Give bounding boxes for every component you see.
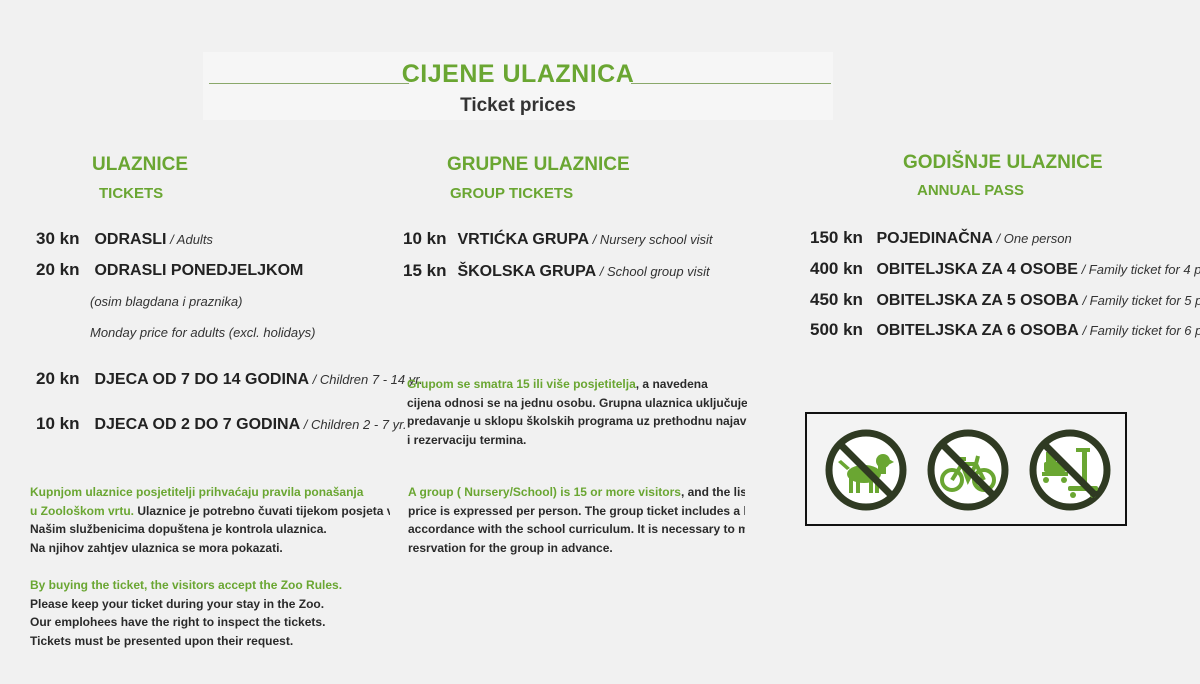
tickets-subheading: TICKETS xyxy=(99,185,164,202)
group-price: 10 kn xyxy=(403,229,447,248)
paragraph-line: Na njihov zahtjev ulaznica se mora pokaz… xyxy=(30,540,283,555)
ticket-row-children-2-7: 10 kn DJECA OD 2 DO 7 GODINA / Children … xyxy=(36,414,407,434)
group-row-school: 15 kn ŠKOLSKA GRUPA / School group visit xyxy=(403,261,710,281)
ticket-row-children-7-14: 20 kn DJECA OD 7 DO 14 GODINA / Children… xyxy=(36,369,423,389)
paragraph-line: Grupom se smatra 15 ili više posjetitelj… xyxy=(407,377,708,391)
annual-label: OBITELJSKA ZA 5 OSOBA xyxy=(876,292,1079,309)
paragraph-line: resrvation for the group in advance. xyxy=(408,540,613,555)
annual-label: OBITELJSKA ZA 4 OSOBE xyxy=(876,261,1078,278)
title-banner: CIJENE ULAZNICA Ticket prices xyxy=(203,52,833,120)
no-skates-icon xyxy=(1029,429,1111,511)
group-info-hr-paragraph: Grupom se smatra 15 ili više posjetitelj… xyxy=(407,375,747,449)
annual-price: 500 kn xyxy=(810,320,863,339)
annual-row-single: 150 kn POJEDINAČNA / One person xyxy=(810,228,1072,248)
page-title: CIJENE ULAZNICA xyxy=(401,60,635,88)
paragraph-line: accordance with the school curriculum. I… xyxy=(408,522,745,536)
ticket-price: 10 kn xyxy=(36,414,80,433)
paragraph-line: A group ( Nursery/School) is 15 or more … xyxy=(408,485,745,499)
annual-heading: GODIŠNJE ULAZNICE xyxy=(903,152,1103,173)
annual-label: POJEDINAČNA xyxy=(876,230,993,247)
group-subheading: GROUP TICKETS xyxy=(450,185,574,202)
paragraph-line: Našim službenicima dopuštena je kontrola… xyxy=(30,522,327,536)
paragraph-line: i rezervaciju termina. xyxy=(407,432,527,447)
rules-hr-paragraph: Kupnjom ulaznice posjetitelji prihvaćaju… xyxy=(30,483,390,557)
ticket-label: ODRASLI PONEDJELJKOM xyxy=(94,262,304,279)
group-heading: GRUPNE ULAZNICE xyxy=(447,154,630,175)
rules-en-paragraph: By buying the ticket, the visitors accep… xyxy=(30,576,390,650)
annual-english: / Family ticket for 5 people xyxy=(1082,293,1200,308)
ticket-price: 30 kn xyxy=(36,229,80,248)
ticket-label: DJECA OD 7 DO 14 GODINA xyxy=(94,371,310,388)
paragraph-line: Please keep your ticket during your stay… xyxy=(30,596,325,611)
ticket-note-en: Monday price for adults (excl. holidays) xyxy=(90,325,316,340)
annual-row-family-6: 500 kn OBITELJSKA ZA 6 OSOBA / Family ti… xyxy=(810,320,1200,340)
annual-price: 450 kn xyxy=(810,290,863,309)
ticket-row-adults: 30 kn ODRASLI / Adults xyxy=(36,229,213,249)
ticket-english: / Adults xyxy=(166,232,213,247)
paragraph-line: Our emplohees have the right to inspect … xyxy=(30,615,326,629)
ticket-price: 20 kn xyxy=(36,369,80,388)
annual-price: 150 kn xyxy=(810,228,863,247)
ticket-english: / Children 7 - 14 yr. xyxy=(309,372,423,387)
prohibition-signs-box xyxy=(805,412,1127,526)
group-info-en-paragraph: A group ( Nursery/School) is 15 or more … xyxy=(408,483,745,557)
annual-price: 400 kn xyxy=(810,259,863,278)
annual-subheading: ANNUAL PASS xyxy=(917,182,1024,199)
ticket-label: ODRASLI xyxy=(94,231,167,248)
paragraph-line: u Zoološkom vrtu. Ulaznice je potrebno č… xyxy=(30,503,390,518)
group-label: ŠKOLSKA GRUPA xyxy=(457,263,597,280)
annual-label: OBITELJSKA ZA 6 OSOBA xyxy=(876,322,1079,339)
group-price: 15 kn xyxy=(403,261,447,280)
paragraph-line: predavanje u sklopu školskih programa uz… xyxy=(407,414,747,428)
group-label: VRTIĆKA GRUPA xyxy=(457,231,590,248)
annual-english: / Family ticket for 4 people xyxy=(1081,262,1200,277)
ticket-english: / Children 2 - 7 yr. xyxy=(300,417,407,432)
page-subtitle: Ticket prices xyxy=(460,95,576,116)
group-row-nursery: 10 kn VRTIĆKA GRUPA / Nursery school vis… xyxy=(403,229,713,249)
ticket-note-hr: (osim blagdana i praznika) xyxy=(90,294,243,309)
group-english: / Nursery school visit xyxy=(589,232,713,247)
paragraph-line: cijena odnosi se na jednu osobu. Grupna … xyxy=(407,395,747,410)
ticket-label: DJECA OD 2 DO 7 GODINA xyxy=(94,416,301,433)
no-bicycles-icon xyxy=(927,429,1009,511)
ticket-row-adults-monday: 20 kn ODRASLI PONEDJELJKOM xyxy=(36,260,303,280)
tickets-heading: ULAZNICE xyxy=(92,154,189,175)
no-dogs-icon xyxy=(825,429,907,511)
annual-english: / One person xyxy=(992,231,1072,246)
paragraph-line: price is expressed per person. The group… xyxy=(408,503,745,518)
paragraph-line: By buying the ticket, the visitors accep… xyxy=(30,578,343,592)
annual-row-family-4: 400 kn OBITELJSKA ZA 4 OSOBE / Family ti… xyxy=(810,259,1200,279)
group-english: / School group visit xyxy=(596,264,710,279)
annual-english: / Family ticket for 6 people xyxy=(1082,323,1200,338)
annual-row-family-5: 450 kn OBITELJSKA ZA 5 OSOBA / Family ti… xyxy=(810,290,1200,310)
ticket-price: 20 kn xyxy=(36,260,80,279)
paragraph-line: Tickets must be presented upon their req… xyxy=(30,633,294,648)
paragraph-line: Kupnjom ulaznice posjetitelji prihvaćaju… xyxy=(30,485,364,499)
